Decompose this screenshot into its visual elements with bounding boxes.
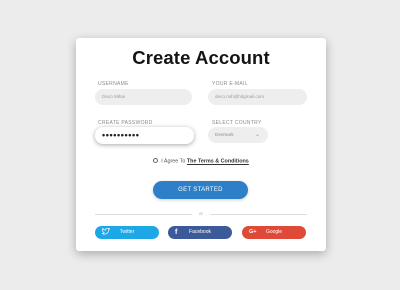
google-button[interactable]: G+ Google <box>242 226 306 239</box>
email-label: YOUR E-MAIL <box>212 81 248 87</box>
username-field[interactable]: Deco Mihai <box>95 89 192 105</box>
google-plus-icon: G+ <box>249 229 257 235</box>
google-label: Google <box>265 229 283 235</box>
agree-prefix: I Agree To <box>161 158 186 165</box>
twitter-label: Twitter <box>119 229 135 235</box>
twitter-button[interactable]: Twitter <box>95 226 159 239</box>
get-started-button[interactable]: GET STARTED <box>153 181 248 199</box>
facebook-icon: f <box>175 229 178 236</box>
country-select[interactable]: Denmark ⌄ <box>208 127 268 143</box>
terms-agreement: I Agree To The Terms & Conditions <box>76 158 326 165</box>
create-account-card: Create Account USERNAME Deco Mihai YOUR … <box>76 38 326 251</box>
divider-right <box>210 214 307 215</box>
terms-link[interactable]: The Terms & Conditions <box>187 159 249 165</box>
country-label: SELECT COUNTRY <box>212 120 262 126</box>
twitter-icon <box>100 226 110 239</box>
password-label: CREATE PASSWORD <box>98 120 153 126</box>
facebook-button[interactable]: f Facebook <box>168 226 232 239</box>
chevron-down-icon: ⌄ <box>254 132 260 138</box>
password-field[interactable]: •••••••••• <box>95 127 194 144</box>
terms-radio[interactable] <box>153 158 159 163</box>
username-label: USERNAME <box>98 81 129 87</box>
country-select-value: Denmark <box>215 132 234 137</box>
page-title: Create Account <box>132 47 270 68</box>
facebook-label: Facebook <box>189 229 211 235</box>
email-field[interactable]: deco.mih@hitgmail.com <box>208 89 307 105</box>
